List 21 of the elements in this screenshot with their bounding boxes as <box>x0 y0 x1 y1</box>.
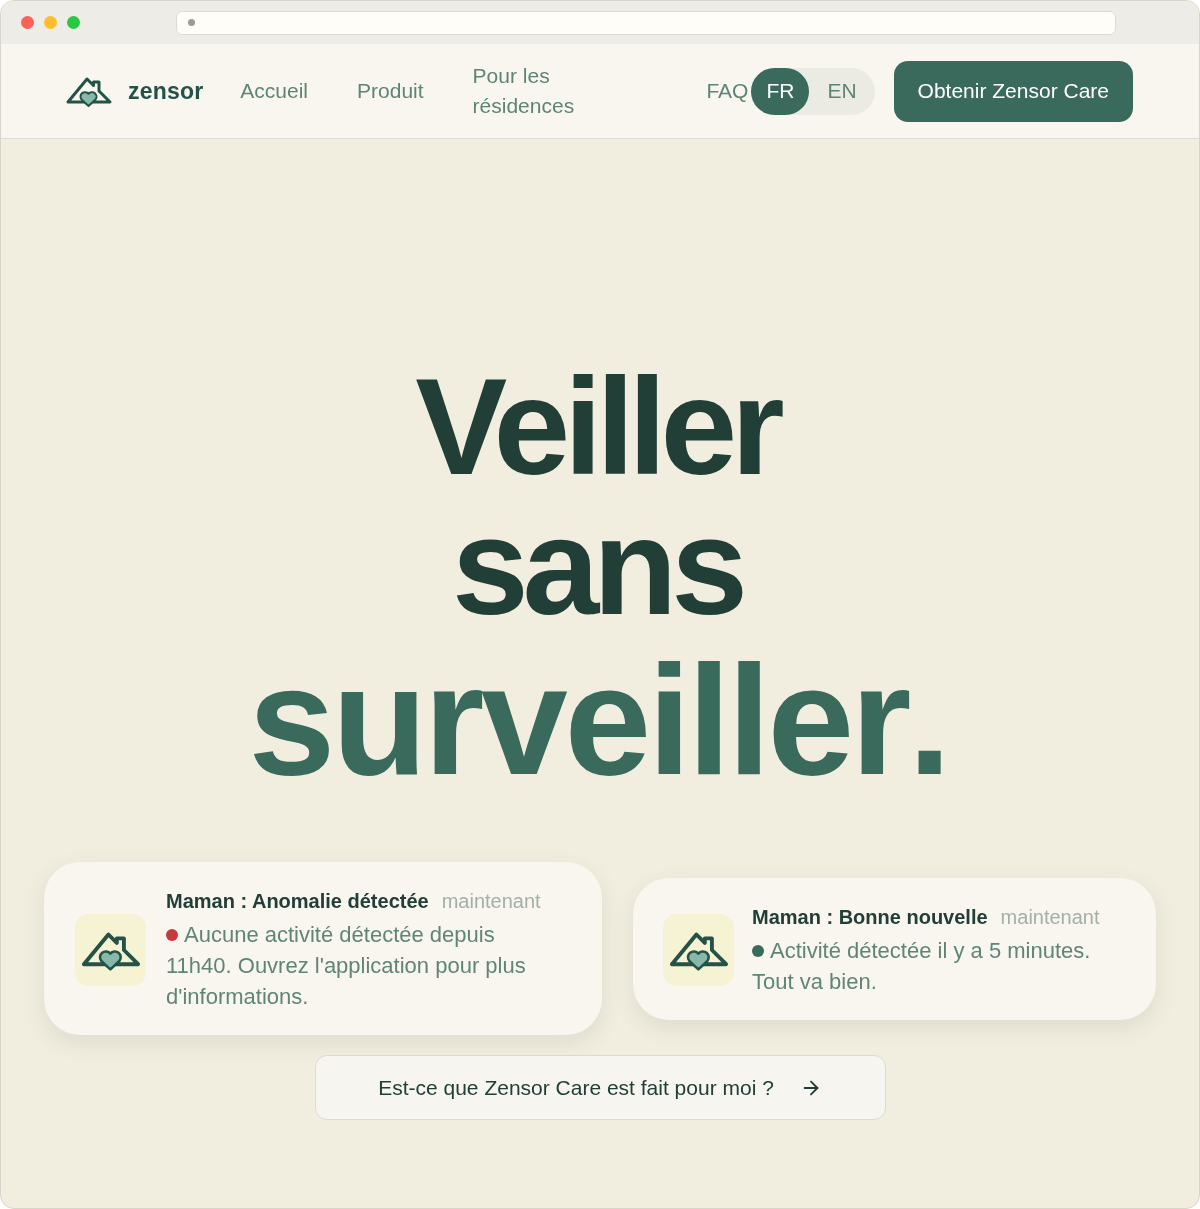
dot-icon <box>188 19 195 26</box>
notification-time: maintenant <box>441 889 541 914</box>
close-window-button[interactable] <box>21 16 34 29</box>
nav-link[interactable]: Pour les résidences <box>472 61 593 121</box>
address-bar[interactable] <box>176 10 1116 35</box>
notification-message: Aucune activité détectée depuis 11h40. Ouvrez l'application pour plus d'informations. <box>166 922 526 1009</box>
notification-title: Maman : Anomalie détectée <box>166 889 429 914</box>
language-option[interactable]: EN <box>809 67 857 115</box>
minimize-window-button[interactable] <box>44 16 57 29</box>
nav-link[interactable]: Produit <box>357 76 424 106</box>
nav-link[interactable]: FAQ <box>706 79 749 103</box>
nav-link[interactable]: Accueil <box>240 76 309 106</box>
zoom-window-button[interactable] <box>67 16 80 29</box>
notification-message: Activité détectée il y a 5 minutes. Tout va bien. <box>752 937 1091 994</box>
notification-time: maintenant <box>1000 904 1100 930</box>
language-option[interactable]: FR <box>751 67 810 115</box>
hero-headline: Veiller sans surveiller. <box>248 356 952 804</box>
notification-title: Maman : Bonne nouvelle <box>752 904 988 930</box>
cta-button[interactable]: Obtenir Zensor Care <box>893 60 1133 122</box>
quiz-button[interactable]: Est-ce que Zensor Care est fait pour moi ? <box>314 1055 886 1120</box>
brand-name[interactable]: zensor <box>128 77 204 105</box>
